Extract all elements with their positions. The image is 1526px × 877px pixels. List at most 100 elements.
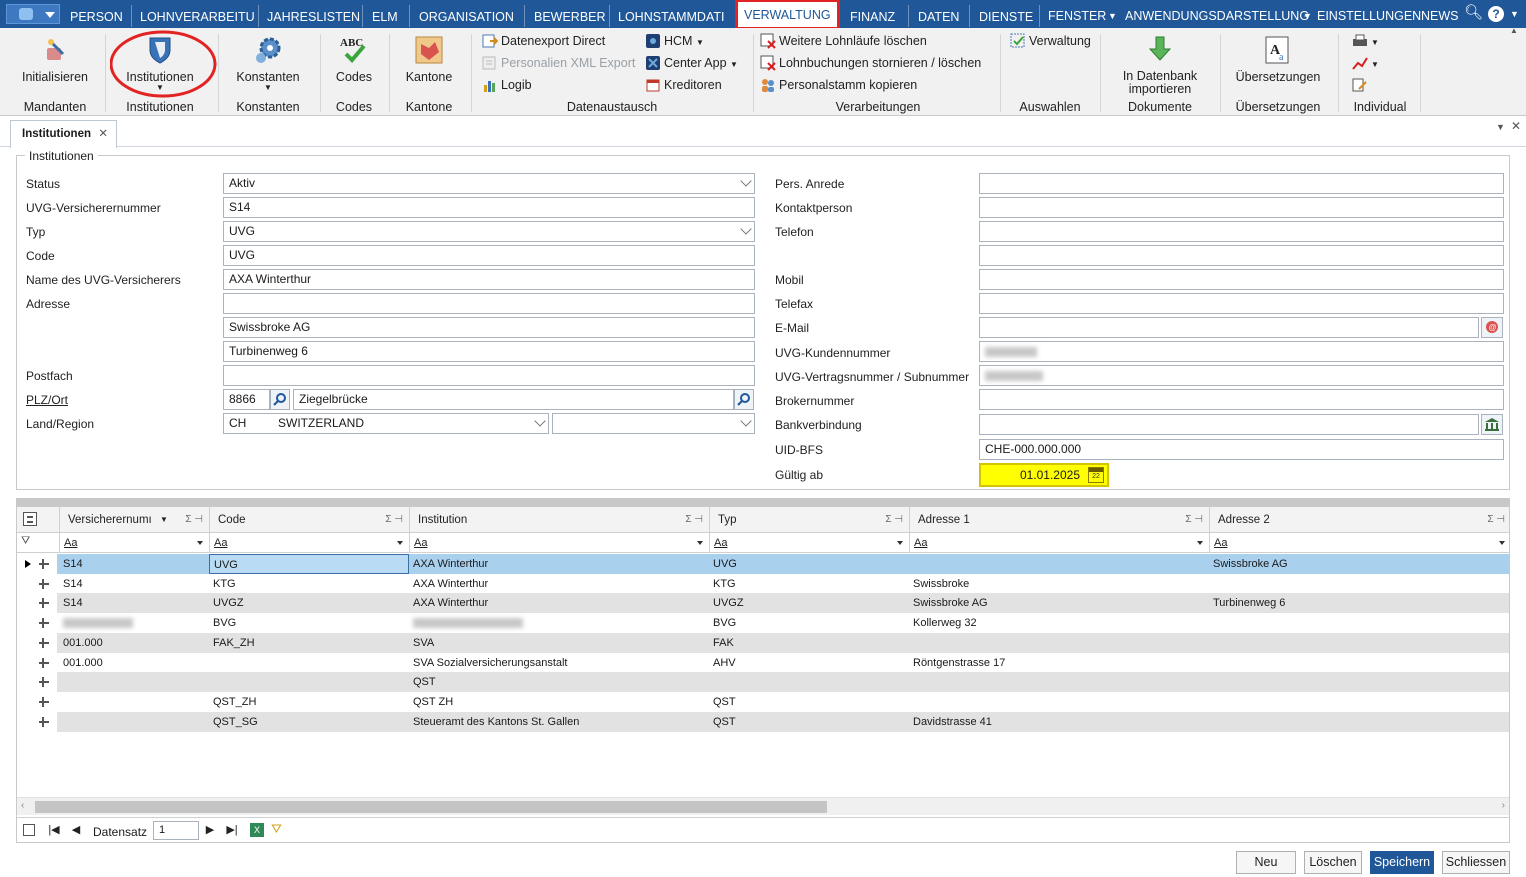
menu-finanz[interactable]: FINANZ: [850, 0, 895, 28]
close-icon[interactable]: ✕: [1511, 119, 1521, 133]
search-icon[interactable]: 🔍︎: [1464, 0, 1483, 28]
speichern-button[interactable]: Speichern: [1370, 851, 1434, 874]
personalien-xml-export-button[interactable]: Personalien XML Export: [482, 53, 635, 73]
table-row[interactable]: QST_ZH QST ZH QST: [17, 691, 1509, 712]
cell-typ[interactable]: QST: [709, 712, 909, 732]
cell-adresse2[interactable]: Swissbroke AG: [1209, 554, 1509, 574]
grid-menu-icon[interactable]: [23, 824, 35, 836]
cell-adresse1[interactable]: Swissbroke AG: [909, 593, 1209, 613]
uvg-nr-input[interactable]: S14: [223, 197, 755, 218]
menu-news[interactable]: NEWS: [1421, 0, 1459, 28]
cell-institution[interactable]: QST: [409, 672, 709, 692]
column-header-adresse2[interactable]: Adresse 2 Σ ⊣: [1209, 507, 1509, 533]
cell-institution[interactable]: SVA: [409, 633, 709, 653]
scrollbar-thumb[interactable]: [35, 801, 827, 813]
ort-search-button[interactable]: [734, 389, 754, 410]
pin-icon[interactable]: [39, 716, 49, 727]
close-icon[interactable]: ✕: [98, 121, 108, 147]
pin-icon[interactable]: [39, 598, 49, 609]
loeschen-button[interactable]: Löschen: [1304, 851, 1362, 874]
table-row[interactable]: 001.000 FAK_ZH SVA FAK: [17, 632, 1509, 653]
cell-institution[interactable]: [409, 613, 709, 633]
cell-typ[interactable]: QST: [709, 692, 909, 712]
neu-button[interactable]: Neu: [1236, 851, 1296, 874]
column-header-institution[interactable]: Institution Σ ⊣: [409, 507, 709, 533]
status-select[interactable]: Aktiv: [223, 173, 755, 194]
cell-code[interactable]: QST_SG: [209, 712, 409, 732]
cell-typ[interactable]: KTG: [709, 574, 909, 594]
mobil-input[interactable]: [979, 269, 1504, 290]
cell-adresse1[interactable]: Davidstrasse 41: [909, 712, 1209, 732]
filter-cell[interactable]: Aa: [909, 533, 1209, 553]
bankverbindung-input[interactable]: [979, 414, 1479, 435]
adresse-line1-input[interactable]: [223, 293, 755, 314]
personalstamm-kopieren-button[interactable]: Personalstamm kopieren: [760, 75, 917, 95]
cell-typ[interactable]: BVG: [709, 613, 909, 633]
edit-button[interactable]: [1352, 75, 1392, 95]
cell-adresse2[interactable]: Turbinenweg 6: [1209, 593, 1509, 613]
lohnbuchungen-stornieren-button[interactable]: Lohnbuchungen stornieren / löschen: [760, 53, 981, 73]
table-row[interactable]: 001.000 SVA Sozialversicherungsanstalt AHV…: [17, 652, 1509, 673]
cell-adresse1[interactable]: [909, 692, 1209, 712]
cell-adresse2[interactable]: [1209, 633, 1509, 653]
kreditoren-button[interactable]: Kreditoren: [645, 75, 722, 95]
horizontal-scrollbar[interactable]: ‹ ›: [17, 797, 1509, 815]
cell-institution[interactable]: QST ZH: [409, 692, 709, 712]
menu-anwendungsdarstellung[interactable]: ANWENDUNGSDARSTELLUNG: [1125, 0, 1309, 28]
filter-icon[interactable]: ⛛: [271, 821, 282, 837]
sum-pin-icon[interactable]: Σ ⊣: [1487, 507, 1505, 533]
table-row[interactable]: S14 UVG AXA Winterthur UVG Swissbroke AG: [17, 554, 1509, 574]
first-record-icon[interactable]: |◀: [47, 822, 61, 838]
schliessen-button[interactable]: Schliessen: [1442, 851, 1510, 874]
menu-dienste[interactable]: DIENSTE: [979, 0, 1033, 28]
logib-button[interactable]: Logib: [482, 75, 532, 95]
excel-export-icon[interactable]: X: [250, 823, 264, 837]
weitere-lohnlaeufe-loeschen-button[interactable]: Weitere Lohnläufe löschen: [760, 31, 927, 51]
cell-institution[interactable]: AXA Winterthur: [409, 574, 709, 594]
cell-typ[interactable]: FAK: [709, 633, 909, 653]
cell-versicherernummer[interactable]: [59, 712, 209, 732]
uid-input[interactable]: CHE-000.000.000: [979, 439, 1504, 460]
row-indicator[interactable]: [17, 691, 57, 712]
cell-versicherernummer[interactable]: S14: [59, 574, 209, 594]
print-button[interactable]: ▼: [1352, 31, 1392, 51]
cell-versicherernummer[interactable]: [59, 613, 209, 633]
menu-verwaltung[interactable]: VERWALTUNG: [735, 0, 840, 30]
region-select[interactable]: [552, 413, 755, 434]
initialisieren-button[interactable]: Initialisieren: [18, 34, 92, 84]
chevron-down-icon[interactable]: ▼: [1510, 0, 1519, 28]
row-indicator[interactable]: [17, 632, 57, 653]
column-header-typ[interactable]: Typ Σ ⊣: [709, 507, 909, 533]
sum-pin-icon[interactable]: Σ ⊣: [1185, 507, 1203, 533]
telefax-input[interactable]: [979, 293, 1504, 314]
column-chooser-icon[interactable]: [23, 512, 37, 526]
menu-bewerber[interactable]: BEWERBER: [534, 0, 606, 28]
ribbon-collapse-icon[interactable]: ▲: [1510, 26, 1518, 35]
row-indicator[interactable]: [17, 613, 57, 634]
center-app-button[interactable]: Center App ▼: [645, 53, 738, 73]
cell-typ[interactable]: AHV: [709, 653, 909, 673]
row-indicator[interactable]: [17, 672, 57, 693]
cell-adresse2[interactable]: [1209, 712, 1509, 732]
in-datenbank-importieren-button[interactable]: In Datenbank importieren: [1114, 34, 1206, 96]
cell-versicherernummer[interactable]: S14: [59, 593, 209, 613]
sum-pin-icon[interactable]: Σ ⊣: [185, 507, 203, 533]
plz-ort-link[interactable]: PLZ/Ort: [26, 393, 68, 407]
cell-code[interactable]: UVG: [209, 554, 409, 574]
chevron-down-icon[interactable]: ▼: [1496, 122, 1505, 132]
name-input[interactable]: AXA Winterthur: [223, 269, 755, 290]
bank-lookup-button[interactable]: [1481, 414, 1503, 435]
column-header-versicherernummer[interactable]: Versicherernumı ▼ Σ ⊣: [59, 507, 209, 533]
prev-record-icon[interactable]: ◀: [69, 822, 83, 838]
cell-versicherernummer[interactable]: S14: [59, 554, 209, 574]
adresse-line2-input[interactable]: Swissbroke AG: [223, 317, 755, 338]
menu-lohnverarbeitung[interactable]: LOHNVERARBEITU: [140, 0, 255, 28]
pin-icon[interactable]: [39, 618, 49, 629]
pin-icon[interactable]: [39, 559, 49, 569]
pin-icon[interactable]: [39, 578, 49, 589]
filter-cell[interactable]: Aa: [409, 533, 709, 553]
menu-elm[interactable]: ELM: [372, 0, 398, 28]
cell-typ[interactable]: [709, 672, 909, 692]
cell-versicherernummer[interactable]: [59, 672, 209, 692]
last-record-icon[interactable]: ▶|: [225, 822, 239, 838]
